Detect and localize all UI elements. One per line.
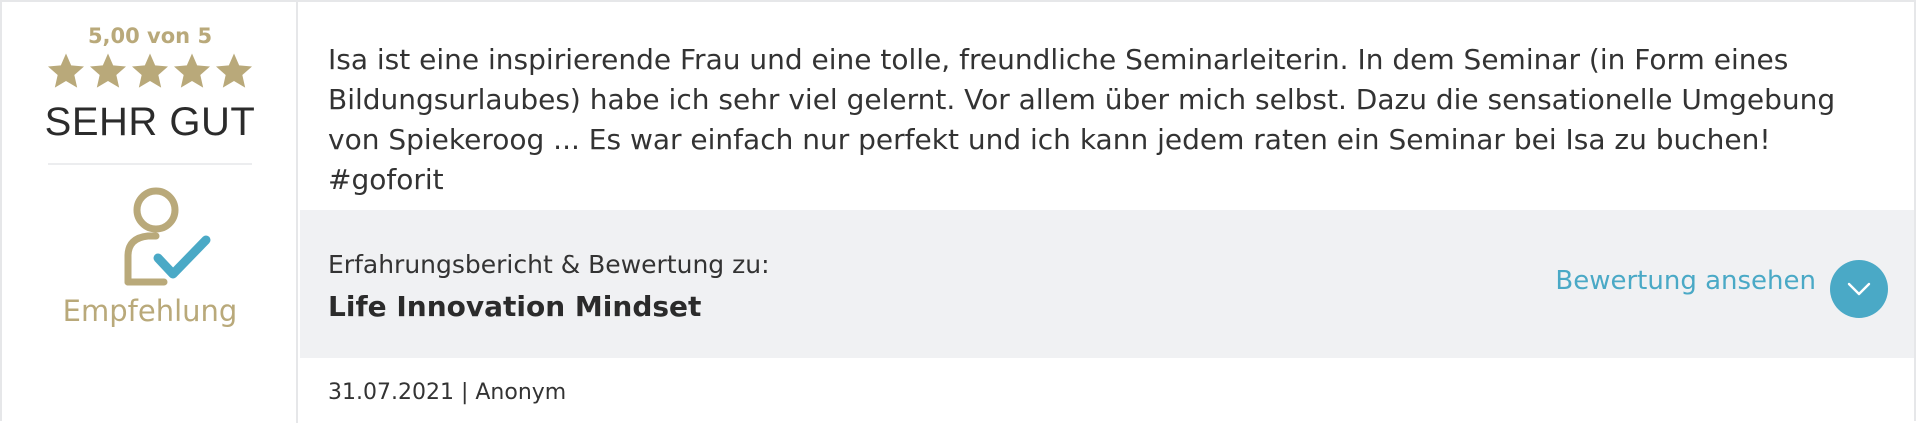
divider bbox=[48, 163, 252, 165]
person-check-icon bbox=[124, 187, 211, 286]
rating-panel: 5,00 von 5 SEHR GUT Empfehlung bbox=[2, 2, 298, 423]
view-review-link[interactable]: Bewertung ansehen bbox=[1555, 266, 1816, 296]
product-name: Life Innovation Mindset bbox=[328, 290, 702, 323]
star-icon bbox=[174, 53, 210, 88]
star-icon bbox=[48, 53, 84, 88]
expand-review-button[interactable] bbox=[1830, 260, 1888, 318]
rating-label: SEHR GUT bbox=[44, 100, 256, 144]
review-subject-panel: Erfahrungsbericht & Bewertung zu: Life I… bbox=[300, 210, 1914, 358]
recommendation-label: Empfehlung bbox=[62, 294, 238, 328]
star-icon bbox=[90, 53, 126, 88]
star-icon bbox=[216, 53, 252, 88]
chevron-down-icon bbox=[1847, 282, 1871, 296]
subject-caption: Erfahrungsbericht & Bewertung zu: bbox=[328, 250, 770, 279]
review-date-author: 31.07.2021 | Anonym bbox=[328, 380, 567, 405]
star-rating bbox=[46, 51, 254, 95]
score-text: 5,00 von 5 bbox=[87, 24, 213, 48]
review-card: 5,00 von 5 SEHR GUT Empfehlung Isa ist e… bbox=[0, 0, 1916, 423]
star-icon bbox=[132, 53, 168, 88]
review-text: Isa ist eine inspirierende Frau und eine… bbox=[328, 43, 1836, 196]
